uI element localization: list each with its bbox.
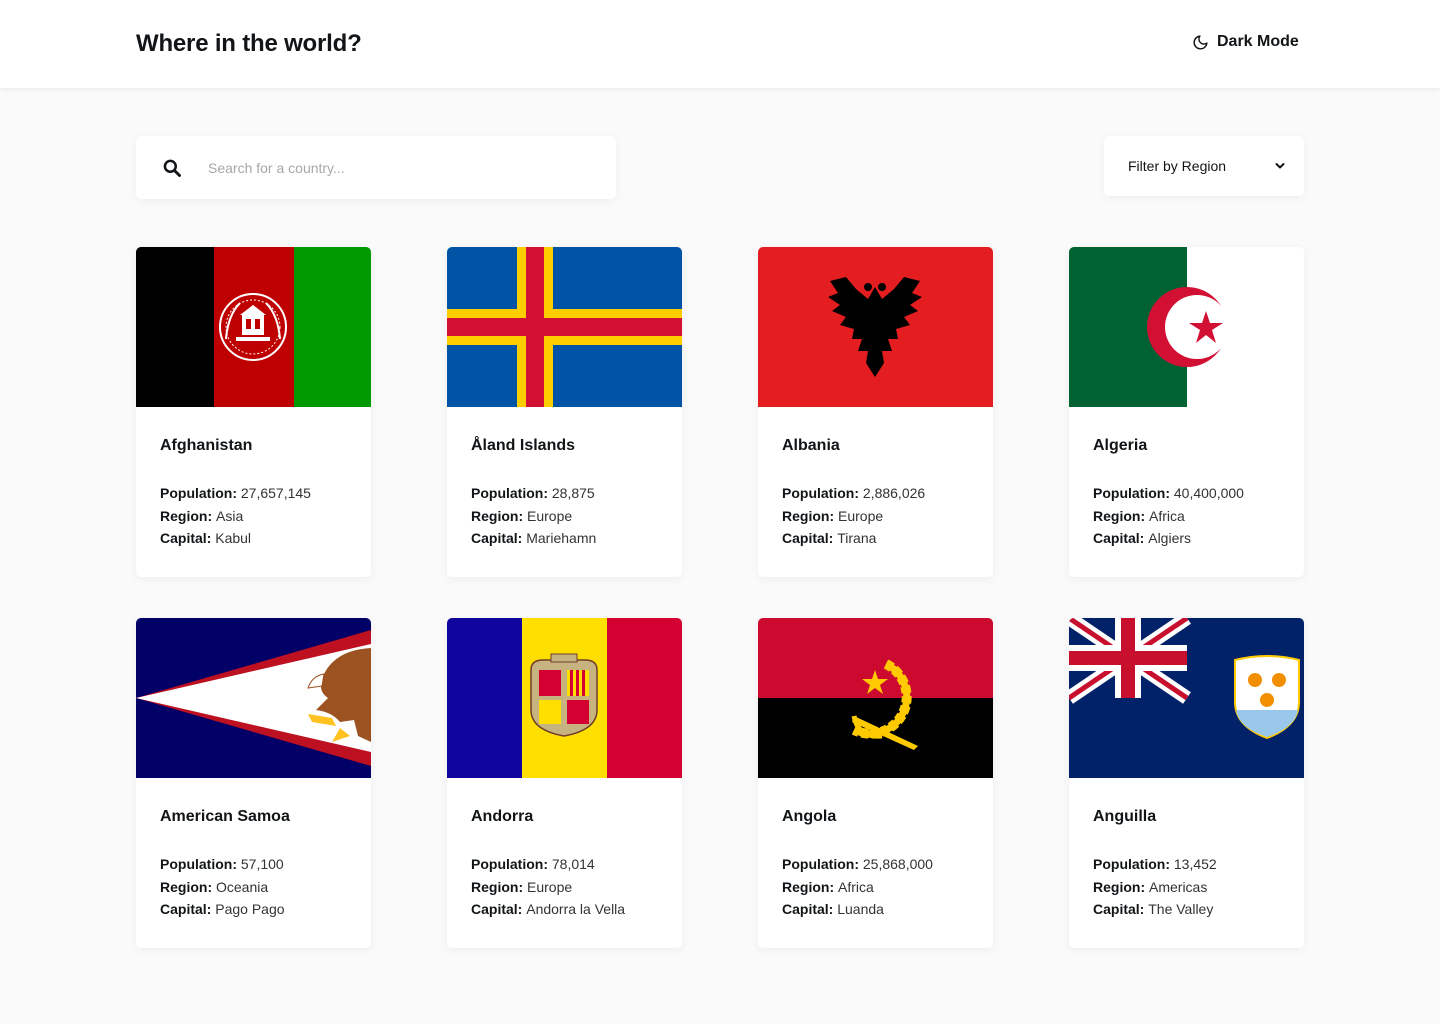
angola-flag [758,618,993,778]
region-value: Asia [216,507,244,524]
moon-icon [1193,34,1208,49]
capital-value: Pago Pago [215,901,285,917]
population-value: 28,875 [551,485,595,501]
population-value: 40,400,000 [1173,485,1244,501]
population-label: Population: [782,856,859,872]
algeria-flag [1069,247,1304,407]
region-value: Americas [1149,878,1208,895]
capital-value: Mariehamn [526,530,597,546]
country-card-anguilla[interactable]: Anguilla Population: 13,452 Region: Amer… [1069,618,1304,948]
search-icon [163,159,181,177]
country-info: Population: 40,400,000 Region: Africa Ca… [1093,482,1244,550]
capital-value: Andorra la Vella [526,901,626,917]
country-name: American Samoa [160,808,290,825]
region-label: Region: [1093,507,1146,524]
region-value: Europe [527,507,573,524]
capital-value: Kabul [215,530,252,546]
population-label: Population: [471,856,548,872]
aland-flag [447,247,682,407]
capital-label: Capital: [160,901,212,917]
population-label: Population: [1093,485,1170,501]
dark-mode-label: Dark Mode [1217,33,1299,50]
country-name: Angola [782,808,837,825]
country-info: Population: 78,014 Region: Europe Capita… [471,853,625,921]
dark-mode-toggle[interactable]: Dark Mode [1192,33,1299,51]
region-value: Africa [838,878,874,895]
capital-value: Algiers [1148,530,1192,546]
population-label: Population: [160,856,237,872]
region-label: Region: [1093,878,1146,895]
region-value: Oceania [216,878,269,895]
capital-label: Capital: [471,901,523,917]
afghanistan-flag [136,247,371,407]
region-value: Europe [527,878,573,895]
population-value: 27,657,145 [240,485,311,501]
capital-value: Luanda [837,901,884,917]
albania-flag [758,247,993,407]
country-card-angola[interactable]: Angola Population: 25,868,000 Region: Af… [758,618,993,948]
region-label: Region: [471,878,524,895]
region-label: Region: [782,507,835,524]
country-info: Population: 25,868,000 Region: Africa Ca… [782,853,933,921]
region-value: Europe [838,507,884,524]
country-info: Population: 57,100 Region: Oceania Capit… [160,853,285,921]
capital-label: Capital: [1093,901,1145,917]
country-name: Algeria [1093,437,1148,454]
region-label: Region: [160,878,213,895]
region-label: Region: [160,507,213,524]
top-bar: Where in the world? Dark Mode [0,0,1440,88]
population-value: 2,886,026 [862,485,926,501]
country-info: Population: 28,875 Region: Europe Capita… [471,482,596,550]
capital-value: Tirana [837,530,877,546]
population-value: 13,452 [1173,856,1217,872]
country-card-algeria[interactable]: Algeria Population: 40,400,000 Region: A… [1069,247,1304,577]
capital-label: Capital: [1093,530,1145,546]
region-label: Region: [782,878,835,895]
country-card-andorra[interactable]: Andorra Population: 78,014 Region: Europ… [447,618,682,948]
population-value: 57,100 [240,856,284,872]
population-label: Population: [1093,856,1170,872]
filter-label: Filter by Region [1128,158,1227,174]
region-label: Region: [471,507,524,524]
capital-label: Capital: [160,530,212,546]
country-card-albania[interactable]: Albania Population: 2,886,026 Region: Eu… [758,247,993,577]
population-value: 78,014 [551,856,595,872]
region-value: Africa [1149,507,1185,524]
country-info: Population: 2,886,026 Region: Europe Cap… [782,482,925,550]
capital-label: Capital: [782,901,834,917]
chevron-down-icon [1275,163,1285,169]
country-name: Anguilla [1093,808,1157,825]
population-value: 25,868,000 [862,856,933,872]
country-card-american-samoa[interactable]: American Samoa Population: 57,100 Region… [136,618,371,948]
country-name: Albania [782,437,840,454]
country-name: Åland Islands [471,437,576,454]
american-samoa-flag [136,618,371,778]
capital-label: Capital: [782,530,834,546]
population-label: Population: [471,485,548,501]
search-box [136,136,616,199]
country-card-afghanistan[interactable]: Afghanistan Population: 27,657,145 Regio… [136,247,371,577]
country-name: Afghanistan [160,437,253,454]
app-title: Where in the world? [136,30,362,57]
country-info: Population: 13,452 Region: Americas Capi… [1093,853,1217,921]
search-input[interactable] [208,136,598,199]
andorra-flag [447,618,682,778]
country-name: Andorra [471,808,534,825]
capital-label: Capital: [471,530,523,546]
anguilla-flag [1069,618,1304,778]
population-label: Population: [160,485,237,501]
region-filter-dropdown[interactable]: Filter by Region [1104,136,1304,196]
country-card-aland-islands[interactable]: Åland Islands Population: 28,875 Region:… [447,247,682,577]
country-info: Population: 27,657,145 Region: Asia Capi… [160,482,311,550]
capital-value: The Valley [1148,901,1214,917]
population-label: Population: [782,485,859,501]
